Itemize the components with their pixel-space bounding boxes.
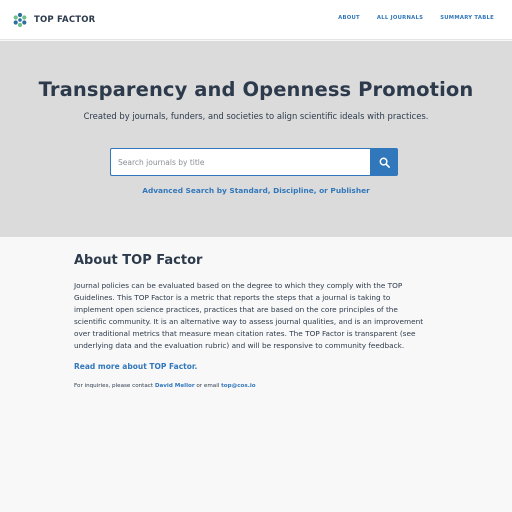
brand-link[interactable]: TOP FACTOR <box>12 11 95 29</box>
about-section: About TOP Factor Journal policies can be… <box>74 252 444 389</box>
main-nav: ABOUT ALL JOURNALS SUMMARY TABLE <box>338 15 494 21</box>
search-button[interactable] <box>370 148 398 176</box>
journal-search-input[interactable] <box>110 148 370 176</box>
top-factor-logo-icon <box>13 12 27 28</box>
about-body-text: Journal policies can be evaluated based … <box>74 281 424 350</box>
top-navbar: TOP FACTOR ABOUT ALL JOURNALS SUMMARY TA… <box>0 0 512 40</box>
nav-link-all-journals[interactable]: ALL JOURNALS <box>377 15 423 21</box>
contact-name-link[interactable]: David Mellor <box>155 383 195 389</box>
read-more-link[interactable]: Read more about TOP Factor. <box>74 362 197 371</box>
search-icon <box>379 157 390 168</box>
nav-link-about[interactable]: ABOUT <box>338 15 360 21</box>
inquiries-prefix: For inquiries, please contact <box>74 383 154 389</box>
advanced-search-link[interactable]: Advanced Search by Standard, Discipline,… <box>0 186 512 195</box>
inquiries-middle: or email <box>196 383 220 389</box>
contact-email-link[interactable]: top@cos.io <box>221 383 256 389</box>
hero-title: Transparency and Openness Promotion <box>38 78 474 101</box>
about-title: About TOP Factor <box>74 253 203 268</box>
inquiries-text: For inquiries, please contact David Mell… <box>74 383 444 389</box>
journal-search-bar <box>110 148 398 176</box>
nav-link-summary-table[interactable]: SUMMARY TABLE <box>440 15 494 21</box>
brand-name: TOP FACTOR <box>34 15 96 25</box>
hero-section: Transparency and Openness Promotion Crea… <box>0 41 512 237</box>
hero-subtitle: Created by journals, funders, and societ… <box>83 111 429 121</box>
